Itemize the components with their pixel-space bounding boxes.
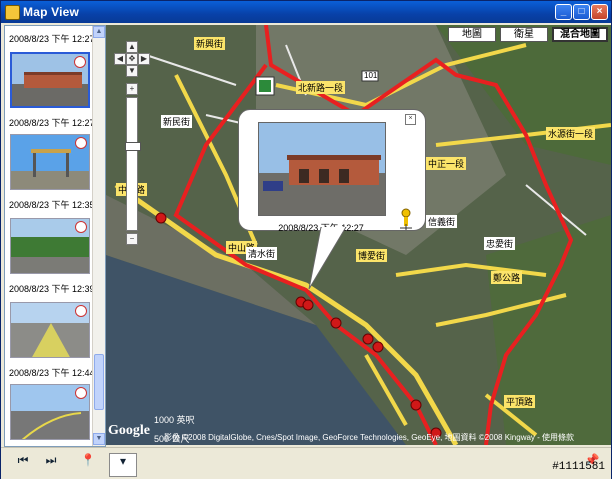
street-label: 平頂路 bbox=[504, 395, 536, 408]
street-label: 鄭公路 bbox=[491, 271, 523, 284]
map-canvas[interactable]: 新興街 中正路 中山路 清水街 北新路一段 新民街 信義街 博愛街 鄭公路 水源… bbox=[106, 25, 611, 445]
route-badge: 101 bbox=[364, 71, 378, 80]
route-markers-button[interactable]: 📍 bbox=[75, 453, 101, 475]
street-label: 中正一段 bbox=[426, 157, 467, 170]
zoom-slider[interactable] bbox=[125, 97, 141, 231]
next-photo-button[interactable]: ⏭ bbox=[41, 453, 61, 475]
street-label: 水源街一段 bbox=[546, 127, 596, 140]
maximize-button[interactable]: □ bbox=[573, 4, 590, 20]
info-close-icon[interactable]: × bbox=[405, 114, 416, 125]
pan-down-button[interactable]: ▼ bbox=[126, 65, 138, 77]
photo-list-scrollbar[interactable]: ▲ ▼ bbox=[92, 26, 105, 446]
map-style-dropdown[interactable]: ▾ bbox=[109, 453, 137, 477]
street-label: 信義街 bbox=[426, 215, 458, 228]
photo-thumbnail-selected[interactable] bbox=[10, 52, 90, 108]
street-label: 北新路一段 bbox=[296, 81, 346, 94]
app-icon bbox=[5, 5, 20, 20]
minimize-button[interactable]: _ bbox=[555, 4, 572, 20]
info-window-pointer bbox=[308, 227, 347, 290]
scroll-down-arrow[interactable]: ▼ bbox=[93, 433, 105, 445]
zoom-in-button[interactable]: + bbox=[126, 83, 138, 95]
pan-up-button[interactable]: ▲ bbox=[126, 41, 138, 53]
close-button[interactable]: × bbox=[591, 4, 608, 20]
photo-timestamp: 2008/8/23 下午 12:44 bbox=[9, 368, 95, 378]
scrollbar-thumb[interactable] bbox=[94, 354, 104, 410]
street-label: 清水街 bbox=[246, 247, 278, 260]
pan-left-button[interactable]: ◀ bbox=[114, 53, 126, 65]
map-type-satellite-button[interactable]: 衛星 bbox=[500, 27, 548, 42]
zoom-slider-handle[interactable] bbox=[125, 142, 141, 151]
compass-icon bbox=[75, 387, 87, 399]
pan-right-button[interactable]: ▶ bbox=[138, 53, 150, 65]
window-title: Map View bbox=[23, 5, 80, 19]
photo-thumbnail[interactable] bbox=[10, 384, 90, 440]
photo-info-window: 2008/8/23 下午 12:27 × bbox=[238, 109, 426, 233]
compass-icon bbox=[75, 137, 87, 149]
street-label: 忠愛街 bbox=[484, 237, 516, 250]
station-building-photo bbox=[259, 123, 385, 215]
map-view-window: Map View _ □ × 2008/8/23 下午 12:27 2008/8… bbox=[0, 0, 612, 479]
photo-timestamp: 2008/8/23 下午 12:35 bbox=[9, 200, 95, 210]
compass-icon bbox=[75, 221, 87, 233]
street-label: 新興街 bbox=[194, 37, 226, 50]
pegman-icon[interactable] bbox=[399, 208, 413, 230]
zoom-out-button[interactable]: − bbox=[126, 233, 138, 245]
map-attribution: 影像 ©2008 DigitalGlobe, Cnes/Spot Image, … bbox=[164, 433, 575, 442]
photo-timestamp: 2008/8/23 下午 12:39 bbox=[9, 284, 95, 294]
previous-photo-button[interactable]: ⏮ bbox=[13, 453, 33, 475]
compass-icon bbox=[74, 56, 86, 68]
photo-thumbnail[interactable] bbox=[10, 218, 90, 274]
photo-thumbnail[interactable] bbox=[10, 302, 90, 358]
info-photo[interactable] bbox=[258, 122, 386, 216]
pan-center-button[interactable]: ✥ bbox=[126, 53, 138, 65]
map-navigation-control: ▲ ◀ ✥ ▶ ▼ + − bbox=[112, 41, 152, 261]
photo-thumbnail[interactable] bbox=[10, 134, 90, 190]
photo-timestamp: 2008/8/23 下午 12:27 bbox=[9, 118, 95, 128]
street-label: 新民街 bbox=[161, 115, 193, 128]
photo-list: 2008/8/23 下午 12:27 2008/8/23 下午 12:27 20… bbox=[4, 25, 106, 447]
scroll-up-arrow[interactable]: ▲ bbox=[93, 26, 105, 38]
title-bar[interactable]: Map View _ □ × bbox=[1, 1, 611, 23]
scale-feet-label: 1000 英呎 bbox=[154, 415, 195, 425]
watermark-id: #1111581 bbox=[552, 461, 605, 473]
google-logo: Google bbox=[108, 423, 150, 438]
compass-icon bbox=[75, 305, 87, 317]
map-type-map-button[interactable]: 地圖 bbox=[448, 27, 496, 42]
map-type-hybrid-button[interactable]: 混合地圖 bbox=[552, 27, 608, 42]
bottom-toolbar: ⏮ ⏭ 📍 ▾ 📌 #1111581 bbox=[1, 447, 611, 479]
photo-timestamp: 2008/8/23 下午 12:27 bbox=[9, 34, 95, 44]
